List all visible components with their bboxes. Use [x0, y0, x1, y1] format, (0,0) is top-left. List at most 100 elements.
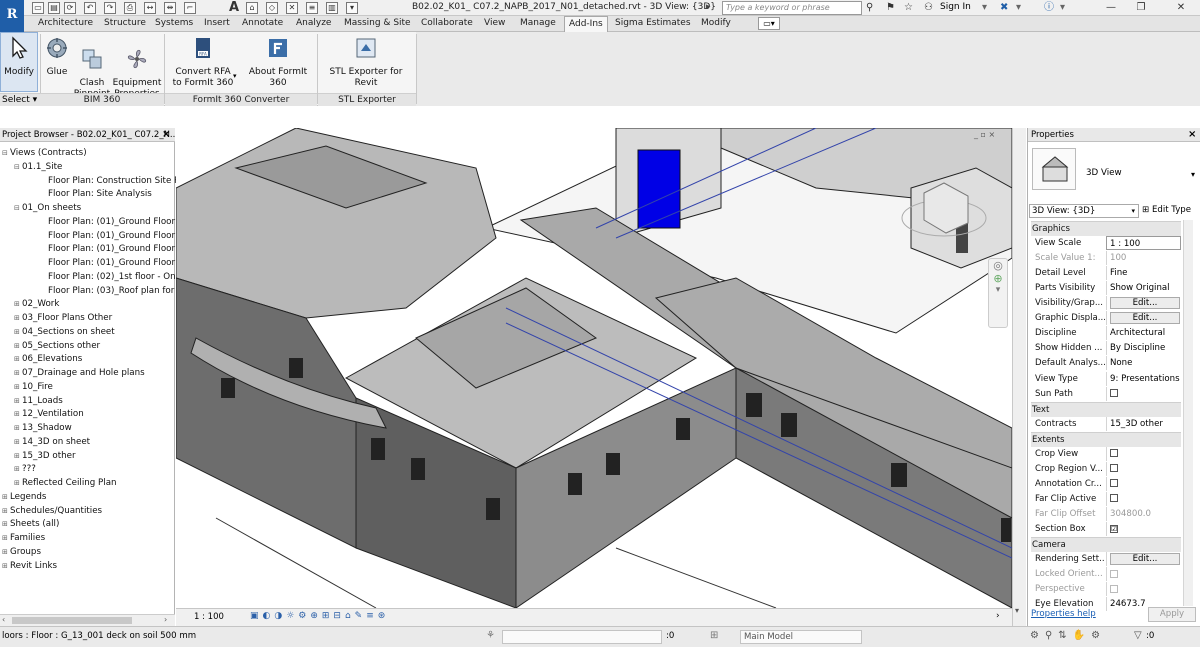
viewport-window-controls[interactable]: _ ▫ ×: [974, 130, 995, 139]
expand-icon[interactable]: ⊞: [14, 298, 22, 310]
tree-item[interactable]: ⊞ 14_3D on sheet: [14, 436, 90, 448]
property-value[interactable]: [1106, 476, 1181, 491]
expand-icon[interactable]: ⊞: [14, 353, 22, 365]
expand-icon[interactable]: ⊞: [14, 340, 22, 352]
tree-item[interactable]: ⊞???: [14, 463, 36, 475]
design-option-selector[interactable]: Main Model: [740, 630, 862, 644]
property-value[interactable]: 9: Presentations: [1106, 371, 1181, 386]
edit-button[interactable]: Edit...: [1110, 297, 1180, 310]
tree-item[interactable]: Floor Plan: (01)_Ground Floor - C: [26, 230, 190, 242]
property-value[interactable]: Fine: [1106, 266, 1181, 281]
navbar-options-icon[interactable]: ▾: [989, 285, 1007, 295]
search-input[interactable]: Type a keyword or phrase: [722, 1, 862, 15]
property-section-header[interactable]: Camera: [1031, 537, 1181, 553]
steering-wheel-icon[interactable]: ◎: [989, 259, 1007, 272]
help-icon[interactable]: ⓘ: [1044, 1, 1054, 15]
app-menu-button[interactable]: R: [0, 0, 24, 34]
tab-structure[interactable]: Structure: [100, 16, 150, 32]
restore-button[interactable]: ❐: [1130, 0, 1152, 16]
collapse-icon[interactable]: ⊟: [14, 161, 22, 173]
properties-vscroll[interactable]: [1183, 220, 1193, 606]
viewport-vscroll[interactable]: ▾: [1012, 128, 1026, 626]
property-value[interactable]: Edit...: [1106, 311, 1181, 326]
exchange-apps-icon[interactable]: ✖: [1000, 1, 1008, 15]
expand-icon[interactable]: ⊞: [14, 326, 22, 338]
tab-add-ins[interactable]: Add-Ins: [564, 16, 608, 32]
selection-filter-icons[interactable]: ⚙⚲⇅✋⚙: [1030, 630, 1106, 641]
property-section-header[interactable]: Extents: [1031, 431, 1181, 447]
tab-modify[interactable]: Modify: [697, 16, 735, 32]
tree-item[interactable]: ⊞ Legends: [2, 491, 46, 503]
view-instance-selector[interactable]: 3D View: {3D} ▾: [1029, 204, 1139, 218]
print-icon[interactable]: ⎙: [124, 2, 136, 14]
tab-view[interactable]: View: [480, 16, 509, 32]
tree-item[interactable]: ⊞ 12_Ventilation: [14, 408, 84, 420]
expand-icon[interactable]: ⊞: [2, 518, 10, 530]
3d-viewport[interactable]: _ ▫ × ◎ ⊕ ▾: [176, 128, 1012, 608]
help-dropdown-icon[interactable]: ▾: [1060, 1, 1065, 15]
about-formit-button[interactable]: About FormIt 360: [240, 36, 316, 89]
convert-rfa-button[interactable]: RFA Convert RFA to FormIt 360: [168, 36, 238, 89]
filter-icon[interactable]: ▽: [1134, 630, 1142, 641]
tree-item[interactable]: ⊟ Views (Contracts): [2, 147, 87, 159]
hscroll-thumb[interactable]: [12, 617, 132, 624]
property-section-header[interactable]: Text: [1031, 401, 1181, 417]
tree-item[interactable]: ⊞ 06_Elevations: [14, 353, 82, 365]
project-browser-hscroll[interactable]: ‹ ›: [0, 614, 175, 626]
scroll-right-icon[interactable]: ›: [996, 611, 1000, 621]
design-options-icon[interactable]: ⊞: [710, 630, 718, 641]
close-hidden-icon[interactable]: ✕: [286, 2, 298, 14]
property-section-header[interactable]: Graphics: [1031, 221, 1181, 236]
expand-icon[interactable]: ⊞: [14, 422, 22, 434]
tree-item[interactable]: ⊞ 04_Sections on sheet: [14, 326, 115, 338]
save-icon[interactable]: ▤: [48, 2, 60, 14]
tree-item[interactable]: ⊞ Schedules/Quantities: [2, 505, 102, 517]
properties-close-icon[interactable]: ×: [1188, 128, 1196, 142]
checkbox[interactable]: [1110, 479, 1118, 488]
collapse-icon[interactable]: ⊟: [14, 202, 22, 214]
property-value[interactable]: Show Original: [1106, 281, 1181, 296]
ribbon-minimize-toggle[interactable]: ▭▾: [758, 17, 780, 30]
checkbox[interactable]: [1110, 464, 1118, 473]
text-tool-icon[interactable]: A: [229, 0, 239, 15]
select-dropdown[interactable]: Select ▾: [0, 93, 40, 106]
tree-item[interactable]: Floor Plan: (01)_Ground Floor - C: [26, 216, 190, 228]
project-browser-close-icon[interactable]: ×: [162, 128, 170, 142]
property-value[interactable]: [1106, 386, 1181, 401]
edit-button[interactable]: Edit...: [1110, 312, 1180, 325]
tab-systems[interactable]: Systems: [151, 16, 197, 32]
expand-icon[interactable]: ⊞: [14, 477, 22, 489]
tree-item[interactable]: Floor Plan: Site Analysis: [26, 188, 152, 200]
collapse-icon[interactable]: ⊟: [2, 147, 10, 159]
modify-button[interactable]: Modify: [0, 36, 38, 78]
expand-icon[interactable]: ⊞: [2, 532, 10, 544]
thin-lines-icon[interactable]: ≡: [306, 2, 318, 14]
close-window-button[interactable]: ✕: [1170, 0, 1192, 16]
expand-icon[interactable]: ⊞: [14, 367, 22, 379]
subscription-icon[interactable]: ⚑: [886, 1, 895, 15]
tree-item[interactable]: ⊞ Revit Links: [2, 560, 57, 572]
property-value[interactable]: [1106, 446, 1181, 461]
convert-dropdown-icon[interactable]: ▾: [233, 72, 237, 80]
zoom-icon[interactable]: ⊕: [989, 272, 1007, 285]
switch-windows-icon[interactable]: ▥: [326, 2, 338, 14]
tab-annotate[interactable]: Annotate: [238, 16, 287, 32]
user-icon[interactable]: ⚇: [924, 1, 933, 15]
expand-icon[interactable]: ⊞: [14, 450, 22, 462]
property-value[interactable]: Architectural: [1106, 326, 1181, 341]
tree-item[interactable]: ⊞ Sheets (all): [2, 518, 59, 530]
expand-icon[interactable]: ⊞: [2, 491, 10, 503]
tree-item[interactable]: Floor Plan: (01)_Ground Floor - C: [26, 257, 190, 269]
property-value[interactable]: None: [1106, 356, 1181, 371]
property-value[interactable]: 15_3D other: [1106, 416, 1181, 431]
property-value[interactable]: 24673.7: [1106, 597, 1181, 612]
property-value[interactable]: [1106, 491, 1181, 506]
glue-button[interactable]: Glue: [42, 36, 72, 78]
tree-item[interactable]: ⊞ Families: [2, 532, 45, 544]
undo-icon[interactable]: ↶: [84, 2, 96, 14]
tree-item[interactable]: ⊞ Groups: [2, 546, 41, 558]
search-expand-icon[interactable]: ▸: [706, 2, 711, 12]
view-3d-icon[interactable]: ⌂: [246, 2, 258, 14]
expand-icon[interactable]: ⊞: [14, 312, 22, 324]
redo-icon[interactable]: ↷: [104, 2, 116, 14]
